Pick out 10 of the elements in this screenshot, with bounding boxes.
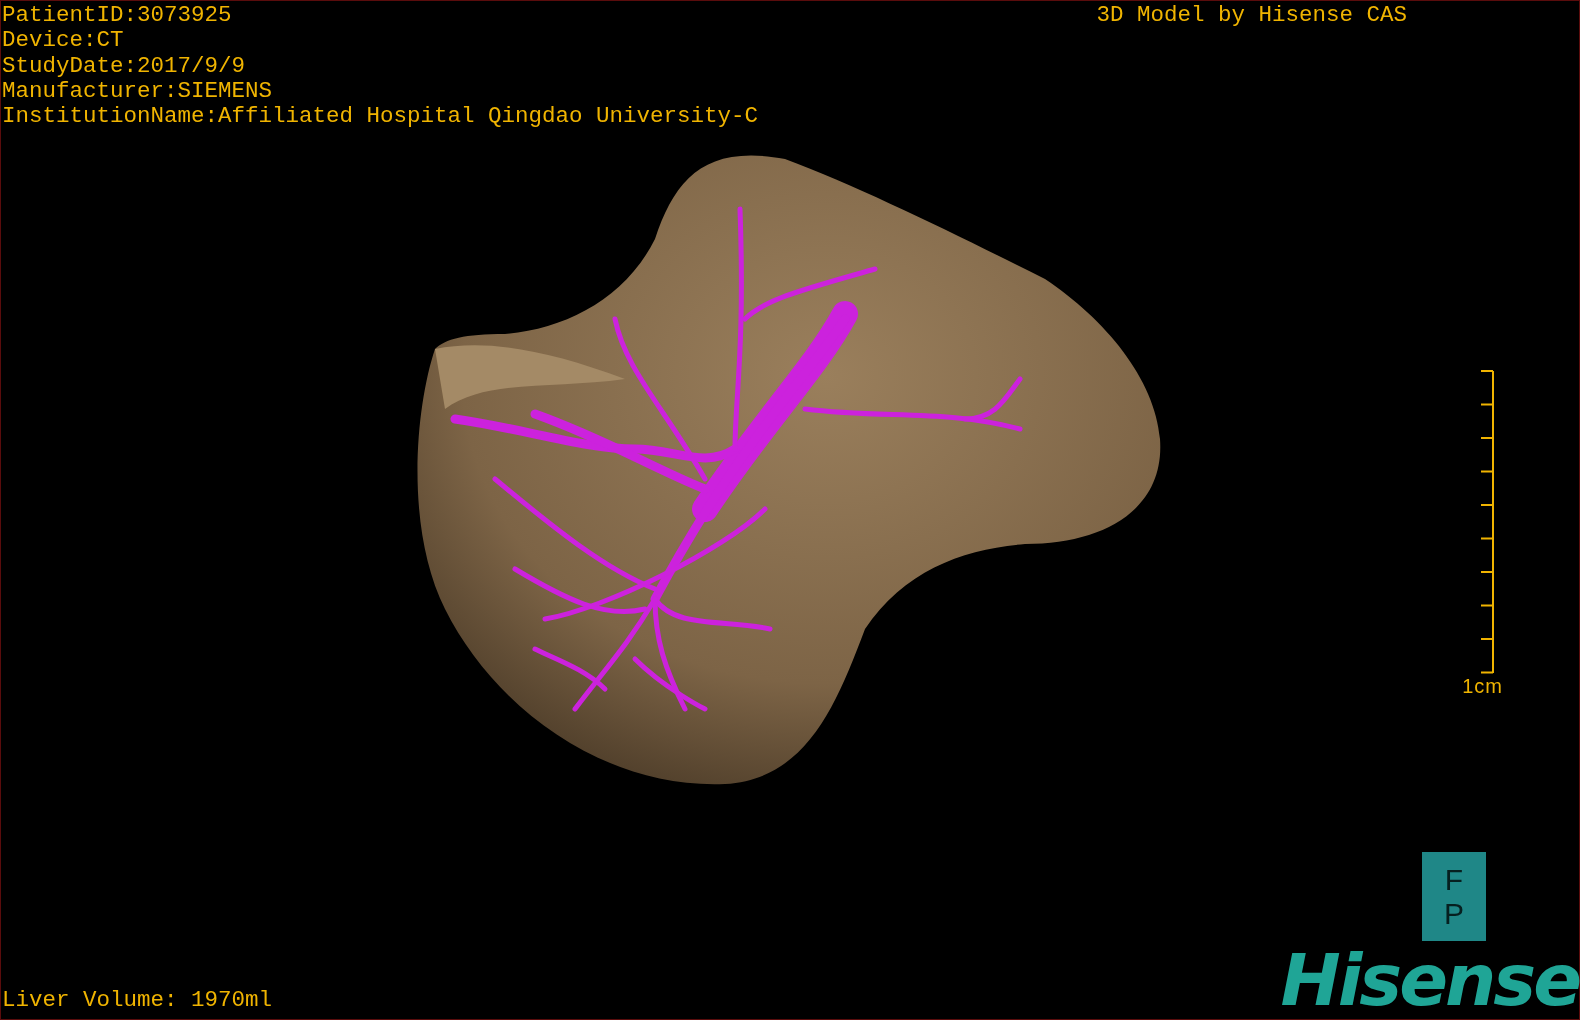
- scale-label: 1cm: [1462, 675, 1503, 698]
- header-title: 3D Model by Hisense CAS: [1096, 3, 1407, 28]
- liver-volume-text: Liver Volume: 1970ml: [1, 987, 273, 1015]
- brand-logo: Hisense: [1280, 941, 1579, 1019]
- patient-info-line: PatientID:3073925: [2, 3, 233, 29]
- orientation-marker: F P: [1422, 852, 1486, 941]
- patient-info-line: Device:CT: [2, 28, 125, 54]
- patient-info-line: Manufacturer:SIEMENS: [2, 78, 274, 105]
- patient-info-line: StudyDate:2017/9/9: [2, 53, 247, 79]
- patient-info-line: InstitutionName:Affiliated Hospital Qingdao University-C: [2, 104, 759, 130]
